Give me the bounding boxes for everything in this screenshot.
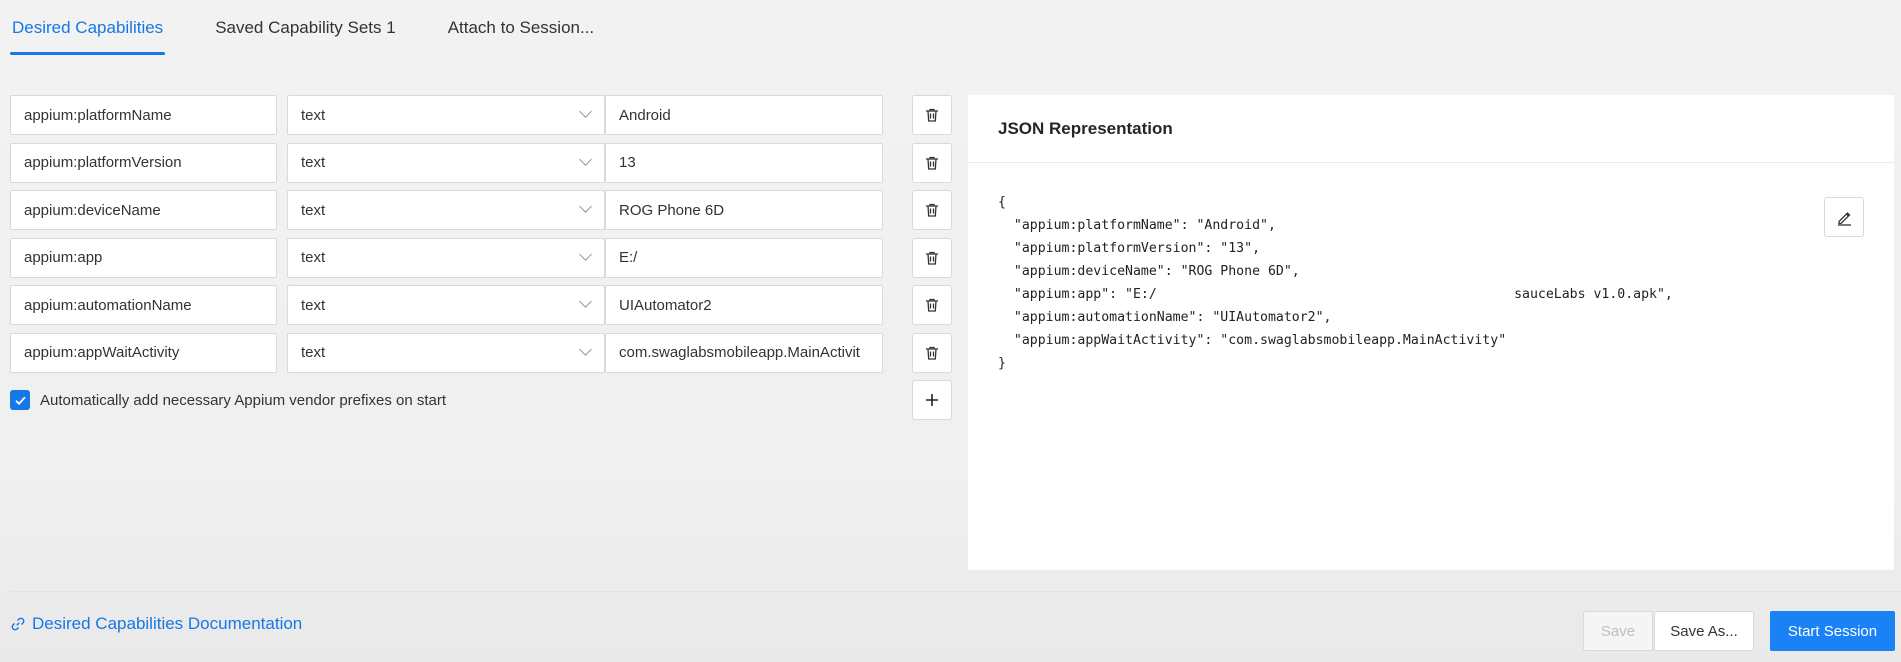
capability-type-select[interactable]: text (287, 95, 605, 135)
capabilities-documentation-link[interactable]: Desired Capabilities Documentation (10, 614, 302, 634)
chevron-down-icon (579, 247, 592, 261)
trash-icon (926, 299, 938, 313)
capability-type-select[interactable]: text (287, 142, 605, 183)
save-button[interactable]: Save (1583, 611, 1653, 651)
json-line: "appium:platformName": "Android", (998, 218, 1276, 233)
chevron-down-icon (579, 295, 592, 309)
trash-icon (926, 108, 938, 122)
capability-name-input[interactable]: appium:appWaitActivity (10, 332, 277, 373)
check-icon (14, 396, 26, 405)
capability-row: appium:platformName text Android (10, 95, 955, 135)
capability-name-input[interactable]: appium:automationName (10, 285, 277, 326)
trash-icon (926, 204, 938, 217)
capability-type-select[interactable]: text (287, 285, 605, 326)
json-line: "appium:appWaitActivity": "com.swaglabsm… (998, 333, 1507, 348)
capability-type-value: text (301, 296, 326, 314)
capability-type-value: text (301, 249, 326, 267)
save-as-button[interactable]: Save As... (1654, 611, 1754, 651)
delete-capability-button[interactable] (912, 95, 952, 135)
edit-json-button[interactable] (1824, 197, 1864, 237)
tab-saved-capability-sets[interactable]: Saved Capability Sets 1 (213, 0, 398, 56)
trash-icon (926, 156, 938, 170)
capability-value-input[interactable]: UIAutomator2 (605, 285, 883, 326)
json-line: "appium:automationName": "UIAutomator2", (998, 310, 1332, 325)
json-panel-title: JSON Representation (968, 95, 1894, 163)
start-session-button[interactable]: Start Session (1770, 611, 1895, 651)
json-line: } (998, 356, 1006, 371)
capability-value-input[interactable]: Android (605, 95, 883, 135)
add-capability-button[interactable] (912, 380, 952, 420)
delete-capability-button[interactable] (912, 142, 952, 183)
capability-type-value: text (301, 344, 326, 362)
capability-row: appium:deviceName text ROG Phone 6D (10, 190, 955, 231)
json-line: "appium:platformVersion": "13", (998, 241, 1261, 256)
delete-capability-button[interactable] (912, 190, 952, 231)
vendor-prefix-option: Automatically add necessary Appium vendo… (10, 389, 446, 411)
tab-bar: Desired Capabilities Saved Capability Se… (0, 0, 1901, 56)
link-icon (11, 617, 25, 631)
capability-name-input[interactable]: appium:platformVersion (10, 142, 277, 183)
capability-type-select[interactable]: text (287, 237, 605, 278)
capability-row: appium:appWaitActivity text com.swaglabs… (10, 332, 955, 373)
plus-icon (926, 394, 938, 406)
capability-type-value: text (301, 154, 326, 172)
tab-desired-capabilities[interactable]: Desired Capabilities (10, 0, 166, 56)
footer-divider (10, 591, 1901, 592)
json-line: { (998, 195, 1006, 210)
json-code: { "appium:platformName": "Android", "app… (968, 163, 1894, 375)
delete-capability-button[interactable] (912, 237, 952, 278)
vendor-prefix-checkbox[interactable] (10, 390, 30, 410)
capability-type-select[interactable]: text (287, 190, 605, 231)
chevron-down-icon (579, 343, 592, 356)
capability-value-input[interactable]: E:/ (605, 237, 883, 278)
capability-row: appium:platformVersion text 13 (10, 142, 955, 183)
json-line: "appium:deviceName": "ROG Phone 6D", (998, 264, 1300, 279)
chevron-down-icon (579, 200, 592, 214)
capability-name-input[interactable]: appium:platformName (10, 95, 277, 135)
capability-row: appium:automationName text UIAutomator2 (10, 285, 955, 326)
capability-name-input[interactable]: appium:app (10, 237, 277, 278)
delete-capability-button[interactable] (912, 285, 952, 326)
capability-value-input[interactable]: ROG Phone 6D (605, 190, 883, 231)
doc-link-label: Desired Capabilities Documentation (32, 614, 303, 633)
capability-value-input[interactable]: com.swaglabsmobileapp.MainActivit (605, 332, 883, 373)
trash-icon (926, 346, 938, 360)
capability-type-select[interactable]: text (287, 332, 605, 373)
vendor-prefix-label: Automatically add necessary Appium vendo… (40, 391, 447, 409)
capability-row: appium:app text E:/ (10, 237, 955, 278)
delete-capability-button[interactable] (912, 332, 952, 373)
edit-pencil-icon (1837, 211, 1851, 226)
json-line: "appium:app": "E:/ sauceLabs v1.0.apk", (998, 287, 1673, 302)
capability-type-value: text (301, 106, 326, 124)
capability-value-input[interactable]: 13 (605, 142, 883, 183)
trash-icon (926, 251, 938, 265)
json-panel: JSON Representation { "appium:platformNa… (968, 95, 1894, 570)
capability-name-input[interactable]: appium:deviceName (10, 190, 277, 231)
tab-attach-to-session[interactable]: Attach to Session... (446, 0, 596, 56)
capability-list: appium:platformName text Android appium:… (10, 95, 955, 381)
chevron-down-icon (579, 152, 592, 166)
chevron-down-icon (579, 105, 592, 118)
capability-type-value: text (301, 201, 326, 219)
